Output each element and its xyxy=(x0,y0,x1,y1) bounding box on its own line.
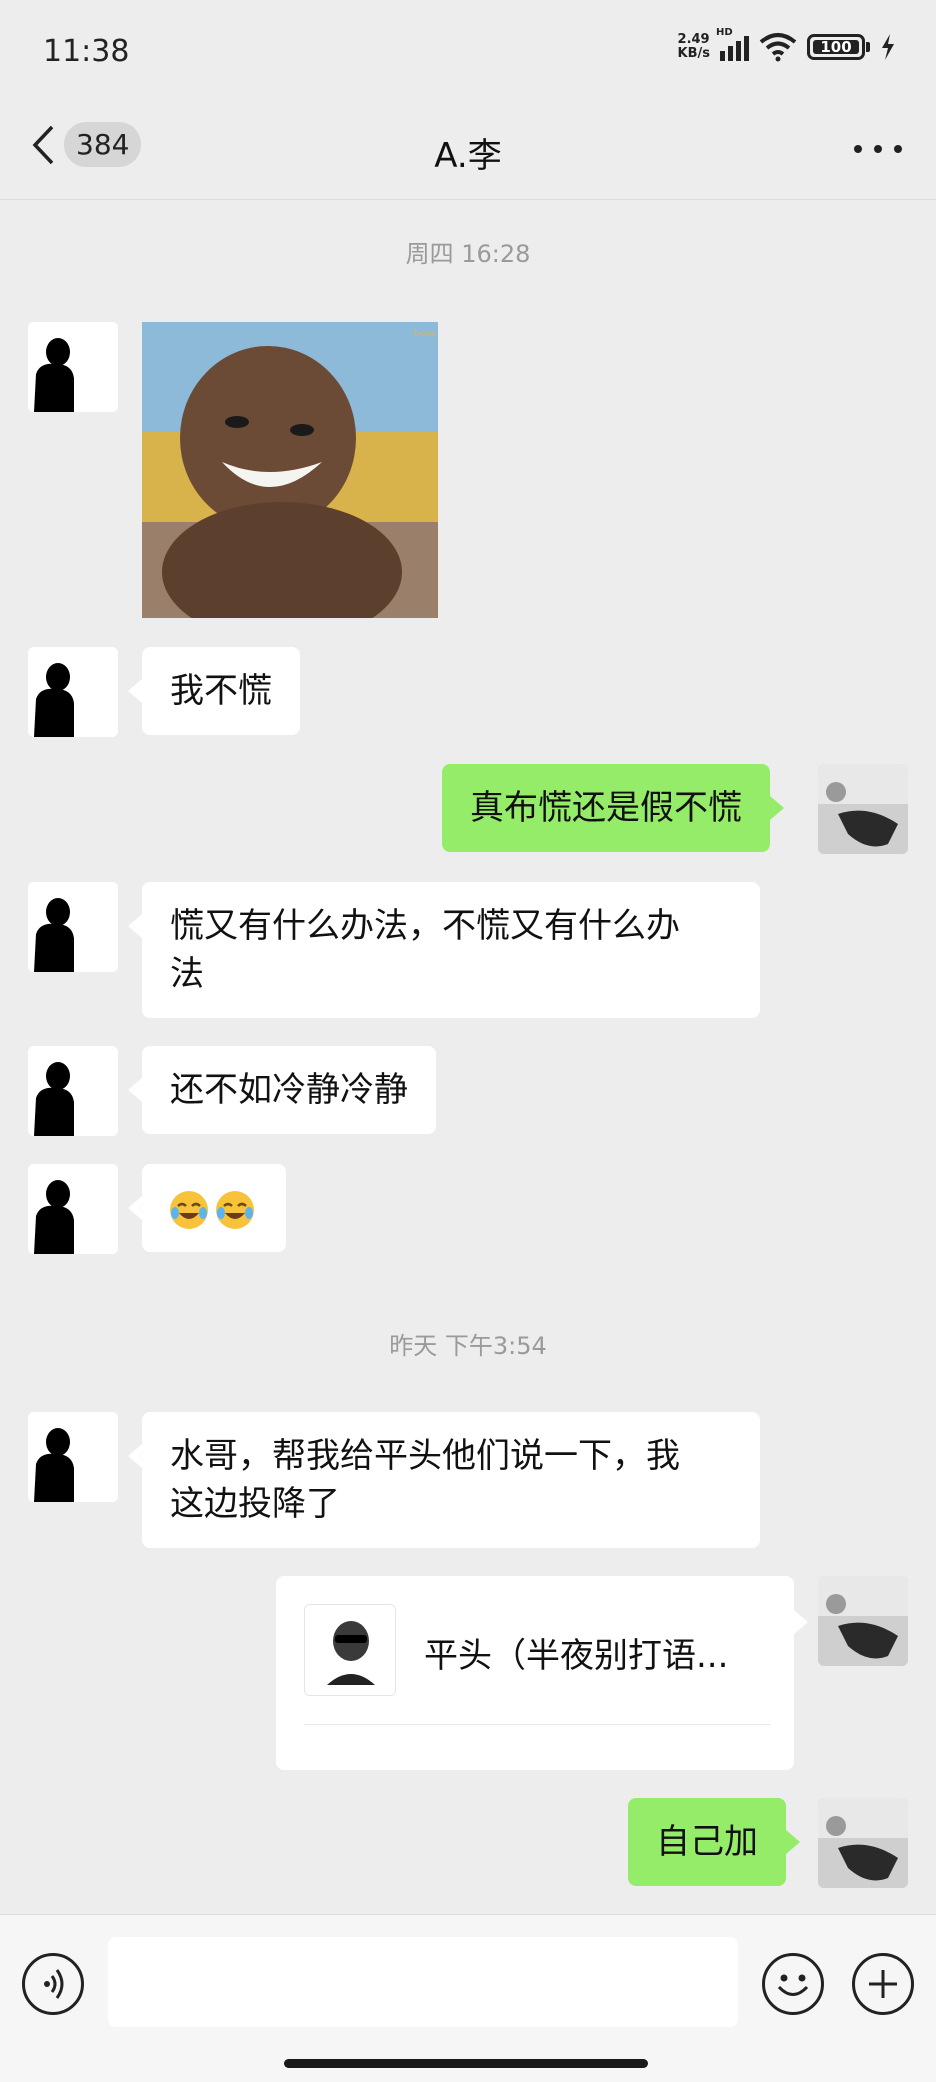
status-icons: 2.49 KB/s HD 100 xyxy=(678,27,896,62)
wifi-icon xyxy=(759,33,797,62)
message-line: 慌又有什么办法，不慌又有什么办 xyxy=(170,906,680,946)
message-line: 法 xyxy=(170,954,204,994)
message-timestamp: 昨天 下午3:54 xyxy=(389,1332,547,1360)
message-bubble-received[interactable] xyxy=(128,1164,286,1252)
contact-avatar[interactable] xyxy=(28,1046,118,1136)
crying-laughing-emoji-icon xyxy=(216,1190,254,1229)
card-avatar-image xyxy=(305,1605,395,1695)
message-bubble-received[interactable]: 我不慌 xyxy=(128,647,300,735)
sticker-image: boop xyxy=(142,322,438,618)
crying-laughing-emoji-icon xyxy=(170,1190,208,1229)
card-divider xyxy=(304,1724,770,1725)
profile-photo-avatar xyxy=(818,1576,908,1666)
signal-type: HD xyxy=(716,27,733,38)
more-functions-button[interactable] xyxy=(852,1953,914,2015)
battery-indicator: 100 xyxy=(807,34,870,60)
contact-card-message[interactable]: 平头（半夜别打语... xyxy=(276,1576,808,1770)
more-button[interactable] xyxy=(854,134,902,164)
emoji-button[interactable] xyxy=(762,1953,824,2015)
card-contact-avatar xyxy=(304,1604,396,1696)
profile-photo-avatar xyxy=(818,764,908,854)
image-message-sticker[interactable]: boop xyxy=(142,322,438,618)
network-speed-unit: KB/s xyxy=(677,46,710,61)
network-speed-value: 2.49 xyxy=(677,32,710,47)
plus-icon xyxy=(869,1970,897,1998)
message-bubble-sent[interactable]: 自己加 xyxy=(628,1798,800,1886)
status-bar: 11:38 2.49 KB/s HD 100 xyxy=(0,0,936,108)
chat-title: A.李 xyxy=(434,136,502,176)
network-speed: 2.49 KB/s xyxy=(678,33,710,61)
silhouette-avatar-icon xyxy=(28,647,118,737)
contact-avatar[interactable] xyxy=(28,647,118,737)
contact-avatar[interactable] xyxy=(28,1164,118,1254)
message-line: 水哥，帮我给平头他们说一下，我 xyxy=(170,1436,680,1476)
status-time: 11:38 xyxy=(43,34,130,69)
silhouette-avatar-icon xyxy=(28,322,118,412)
silhouette-avatar-icon xyxy=(28,1412,118,1502)
my-avatar[interactable] xyxy=(818,764,908,854)
cell-signal-icon: HD xyxy=(716,27,749,61)
contact-avatar[interactable] xyxy=(28,322,118,412)
my-avatar[interactable] xyxy=(818,1576,908,1666)
contact-avatar[interactable] xyxy=(28,882,118,972)
contact-avatar[interactable] xyxy=(28,1412,118,1502)
message-bubble-sent[interactable]: 真布慌还是假不慌 xyxy=(442,764,784,852)
home-indicator[interactable] xyxy=(284,2059,648,2068)
message-bubble-received[interactable]: 水哥，帮我给平头他们说一下，我 这边投降了 xyxy=(128,1412,760,1548)
my-avatar[interactable] xyxy=(818,1798,908,1888)
message-timestamp: 周四 16:28 xyxy=(405,240,531,268)
battery-icon: 100 xyxy=(807,34,865,60)
silhouette-avatar-icon xyxy=(28,882,118,972)
chat-header: 384 A.李 xyxy=(0,108,936,200)
message-input-bar xyxy=(0,1914,936,2082)
message-text-input[interactable] xyxy=(108,1937,738,2027)
message-line: 这边投降了 xyxy=(170,1484,340,1524)
lightning-icon xyxy=(882,34,894,60)
message-bubble-received[interactable]: 还不如冷静冷静 xyxy=(128,1046,436,1134)
voice-input-button[interactable] xyxy=(22,1953,84,2015)
voice-icon xyxy=(44,1969,64,1999)
smiley-icon xyxy=(777,1974,809,1996)
more-dots-icon xyxy=(854,145,862,153)
battery-level: 100 xyxy=(820,38,852,56)
message-bubble-received[interactable]: 慌又有什么办法，不慌又有什么办 法 xyxy=(128,882,760,1018)
silhouette-avatar-icon xyxy=(28,1046,118,1136)
card-contact-name: 平头（半夜别打语... xyxy=(424,1636,729,1676)
profile-photo-avatar xyxy=(818,1798,908,1888)
silhouette-avatar-icon xyxy=(28,1164,118,1254)
svg-text:boop: boop xyxy=(414,329,437,339)
